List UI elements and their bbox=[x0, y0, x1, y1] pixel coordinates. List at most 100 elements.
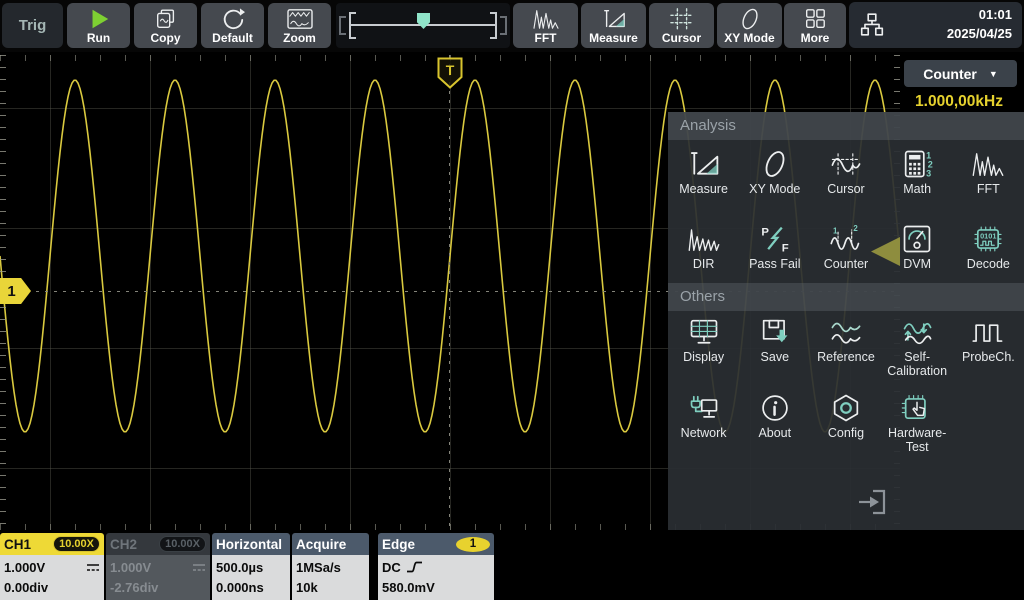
ch2-label: CH2 bbox=[110, 537, 137, 552]
xy-mode-button-label: XY Mode bbox=[724, 31, 774, 45]
slider-inner-right-bracket bbox=[490, 12, 497, 39]
trigger-status-block[interactable]: Edge 1 DC 580.0mV bbox=[378, 533, 494, 600]
menu-item-self-calibration[interactable]: Self-Calibration bbox=[882, 316, 953, 379]
counter-dropdown[interactable]: Counter ▼ bbox=[904, 60, 1017, 87]
acquire-sample-rate: 1MSa/s bbox=[296, 560, 365, 575]
horizontal-position-slider[interactable] bbox=[336, 3, 510, 48]
trigger-marker-label: T bbox=[446, 62, 455, 78]
more-menu-panel: Analysis Measure XY Mode Cursor bbox=[668, 112, 1024, 530]
trigger-type-label: Edge bbox=[382, 537, 415, 552]
fft-button[interactable]: FFT bbox=[513, 3, 578, 48]
measure-button[interactable]: Measure bbox=[581, 3, 646, 48]
more-grid-icon bbox=[801, 7, 829, 31]
menu-close-button[interactable] bbox=[854, 486, 890, 520]
trigger-coupling: DC bbox=[382, 560, 401, 575]
menu-item-display[interactable]: Display bbox=[668, 316, 739, 379]
more-button[interactable]: More bbox=[784, 3, 846, 48]
horizontal-status-block[interactable]: Horizontal 500.0µs 0.000ns bbox=[212, 533, 290, 600]
measure-icon bbox=[600, 7, 628, 31]
cursor-button[interactable]: Cursor bbox=[649, 3, 714, 48]
dc-coupling-icon bbox=[192, 563, 206, 572]
menu-item-save[interactable]: Save bbox=[739, 316, 810, 379]
menu-item-label: XY Mode bbox=[749, 182, 800, 196]
ch1-status-block[interactable]: CH1 10.00X 1.000V 0.00div bbox=[0, 533, 104, 600]
about-icon bbox=[758, 392, 792, 424]
dvm-icon bbox=[900, 223, 934, 255]
reference-icon bbox=[829, 316, 863, 348]
menu-item-dir[interactable]: DIR bbox=[668, 223, 739, 271]
menu-item-label: FFT bbox=[977, 182, 1000, 196]
default-button[interactable]: Default bbox=[201, 3, 264, 48]
xy-mode-icon bbox=[758, 148, 792, 180]
menu-item-xy-mode[interactable]: XY Mode bbox=[739, 148, 810, 196]
menu-item-label: Measure bbox=[679, 182, 728, 196]
menu-item-reference[interactable]: Reference bbox=[810, 316, 881, 379]
counter-icon: 12 bbox=[829, 223, 863, 255]
network-icon bbox=[687, 392, 721, 424]
slider-outer-left-bracket bbox=[339, 16, 346, 35]
save-icon bbox=[758, 316, 792, 348]
hardware-test-icon bbox=[900, 392, 934, 424]
menu-item-about[interactable]: About bbox=[739, 392, 810, 455]
self-calibration-icon bbox=[900, 316, 934, 348]
cursor-icon bbox=[829, 148, 863, 180]
copy-icon bbox=[152, 7, 180, 31]
zoom-icon bbox=[286, 7, 314, 31]
menu-item-label: Decode bbox=[967, 257, 1010, 271]
slider-position-marker[interactable] bbox=[417, 13, 430, 29]
menu-item-hardware-test[interactable]: Hardware-Test bbox=[882, 392, 953, 455]
menu-item-network[interactable]: Network bbox=[668, 392, 739, 455]
svg-text:3: 3 bbox=[926, 168, 931, 178]
network-status-icon bbox=[859, 12, 885, 38]
dir-icon bbox=[687, 223, 721, 255]
menu-item-counter[interactable]: 12 Counter bbox=[810, 223, 881, 271]
acquire-status-block[interactable]: Acquire 1MSa/s 10k bbox=[292, 533, 369, 600]
menu-item-fft[interactable]: FFT bbox=[953, 148, 1024, 196]
menu-item-decode[interactable]: 0101 Decode bbox=[953, 223, 1024, 271]
ch2-scale: 1.000V bbox=[110, 560, 151, 575]
chevron-down-icon: ▼ bbox=[989, 69, 998, 79]
top-toolbar: Trig Run Copy Default Zoom bbox=[0, 0, 1024, 52]
menu-item-label: Network bbox=[681, 426, 727, 440]
svg-text:P: P bbox=[761, 227, 769, 239]
svg-text:F: F bbox=[782, 242, 789, 254]
svg-text:0101: 0101 bbox=[980, 231, 996, 240]
clock-box: 01:01 2025/04/25 bbox=[849, 2, 1022, 48]
copy-button[interactable]: Copy bbox=[134, 3, 197, 48]
menu-item-probe-check[interactable]: ProbeCh. bbox=[953, 316, 1024, 379]
ch1-position: 0.00div bbox=[4, 580, 100, 595]
pass-fail-icon: P F bbox=[758, 223, 792, 255]
ch2-status-block[interactable]: CH2 10.00X 1.000V -2.76div bbox=[106, 533, 210, 600]
menu-item-pass-fail[interactable]: P F Pass Fail bbox=[739, 223, 810, 271]
menu-item-config[interactable]: Config bbox=[810, 392, 881, 455]
zoom-button[interactable]: Zoom bbox=[268, 3, 331, 48]
menu-item-label: Save bbox=[761, 350, 790, 364]
run-button[interactable]: Run bbox=[67, 3, 130, 48]
trigger-marker[interactable]: T bbox=[437, 57, 463, 89]
menu-section-others: Others bbox=[668, 283, 1024, 311]
menu-item-label: ProbeCh. bbox=[962, 350, 1015, 364]
bottom-status-bar: CH1 10.00X 1.000V 0.00div CH2 10.00X 1.0… bbox=[0, 532, 1024, 600]
zoom-button-label: Zoom bbox=[283, 31, 316, 45]
menu-item-label: Display bbox=[683, 350, 724, 364]
xy-mode-button[interactable]: XY Mode bbox=[717, 3, 782, 48]
measure-button-label: Measure bbox=[589, 31, 638, 45]
svg-text:2: 2 bbox=[853, 224, 858, 233]
horizontal-label: Horizontal bbox=[216, 537, 282, 552]
more-button-label: More bbox=[801, 31, 830, 45]
menu-section-analysis: Analysis bbox=[668, 112, 1024, 140]
menu-item-cursor[interactable]: Cursor bbox=[810, 148, 881, 196]
horizontal-scale: 500.0µs bbox=[216, 560, 286, 575]
menu-item-math[interactable]: 123 Math bbox=[882, 148, 953, 196]
menu-item-label: Hardware-Test bbox=[882, 426, 952, 455]
ch2-position: -2.76div bbox=[110, 580, 206, 595]
exit-arrow-icon bbox=[854, 486, 890, 518]
menu-item-label: DIR bbox=[693, 257, 715, 271]
svg-text:1: 1 bbox=[833, 226, 838, 235]
dc-coupling-icon bbox=[86, 563, 100, 572]
menu-item-measure[interactable]: Measure bbox=[668, 148, 739, 196]
trig-button[interactable]: Trig bbox=[2, 3, 63, 48]
cursor-button-label: Cursor bbox=[662, 31, 701, 45]
trigger-source-badge: 1 bbox=[456, 537, 490, 552]
fft-icon bbox=[532, 7, 560, 31]
